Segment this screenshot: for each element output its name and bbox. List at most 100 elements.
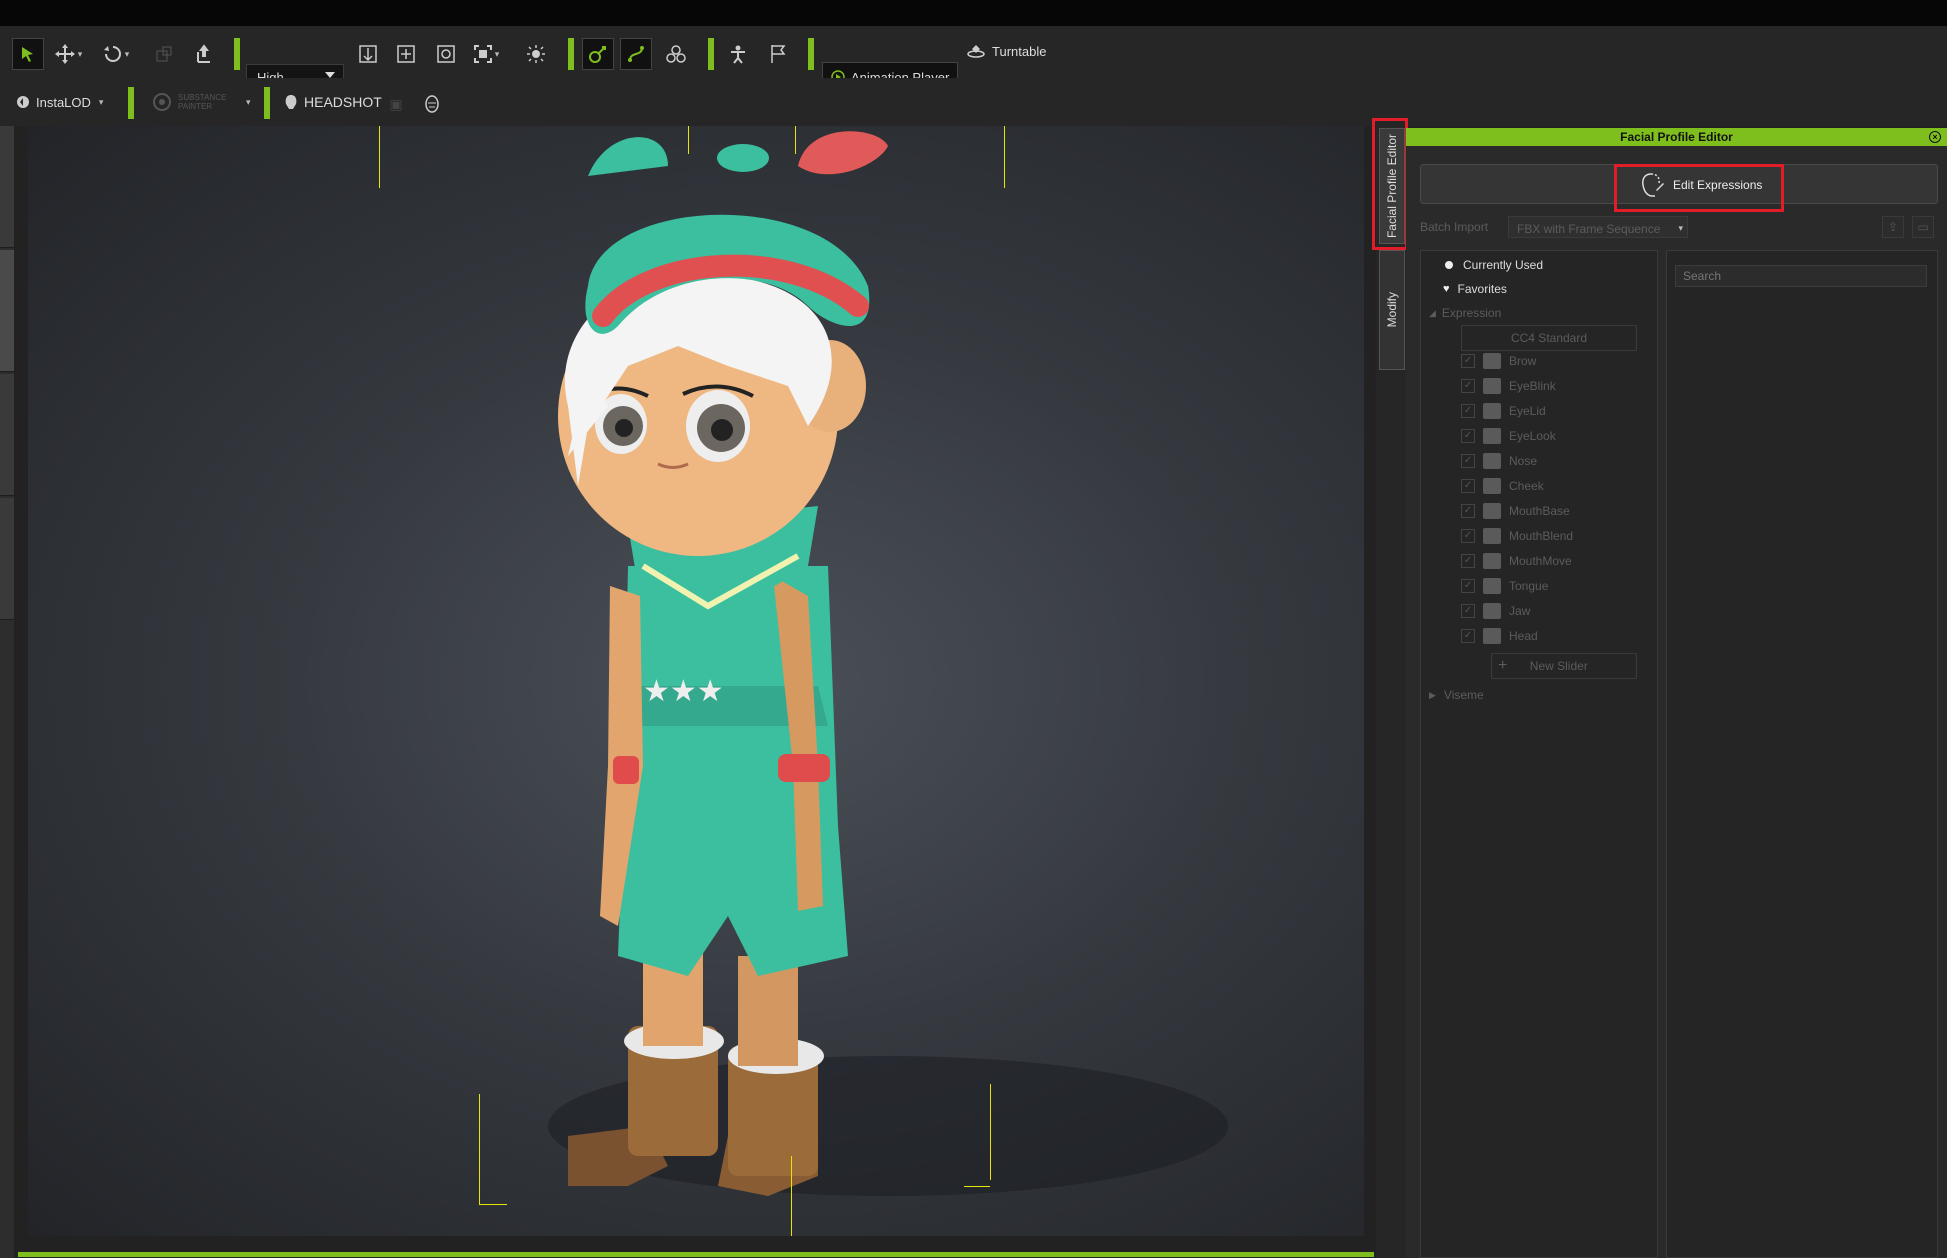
spring-toggle-icon[interactable]	[620, 38, 652, 70]
rotate-tool-icon[interactable]: ▾	[100, 38, 132, 70]
currently-used-item[interactable]: Currently Used	[1445, 255, 1543, 275]
light-icon[interactable]	[520, 38, 552, 70]
instalod-button[interactable]: InstaLOD ▾	[8, 87, 111, 117]
favorites-item[interactable]: ♥ Favorites	[1443, 279, 1507, 299]
save-icon[interactable]: ▭	[1912, 216, 1934, 238]
cc4-standard-label: CC4 Standard	[1510, 331, 1588, 345]
expression-group[interactable]: ◢ Expression	[1429, 303, 1501, 323]
frame-selected-icon[interactable]	[390, 38, 422, 70]
instalod-label: InstaLOD	[36, 94, 91, 110]
cc4-standard-header[interactable]: CC4 Standard	[1461, 325, 1637, 351]
title-bar	[0, 0, 1947, 26]
bone-toggle-icon[interactable]	[582, 38, 614, 70]
toolbar-separator	[808, 38, 814, 70]
pivot-tool-icon[interactable]	[188, 38, 220, 70]
batch-import-value: FBX with Frame Sequence	[1517, 222, 1661, 236]
checkbox[interactable]: ✓	[1461, 404, 1475, 418]
close-icon[interactable]: ×	[1929, 131, 1941, 143]
flag-icon[interactable]	[762, 38, 794, 70]
expression-item-label: EyeLook	[1509, 429, 1556, 443]
left-dock-tab[interactable]	[0, 250, 14, 372]
expression-item[interactable]: ✓ MouthBlend	[1461, 526, 1573, 546]
headshot-tool-icon[interactable]: ▣	[380, 88, 412, 120]
expand-icon: ◢	[1429, 307, 1436, 318]
expression-item-label: MouthBlend	[1509, 529, 1574, 543]
left-dock-tab[interactable]	[0, 126, 14, 248]
left-dock-tab[interactable]	[0, 498, 14, 620]
collapse-icon: ▶	[1429, 689, 1436, 700]
frame-all-icon[interactable]	[430, 38, 462, 70]
expression-item-label: Head	[1509, 629, 1538, 643]
turntable-button[interactable]: Turntable	[958, 36, 1054, 66]
expression-item-label: Brow	[1509, 354, 1537, 368]
tab-modify-label: Modify	[1385, 292, 1399, 328]
search-input[interactable]	[1675, 265, 1927, 287]
dot-icon	[1445, 261, 1453, 269]
expression-item-label: EyeLid	[1509, 404, 1546, 418]
expression-item[interactable]: ✓ EyeLid	[1461, 401, 1546, 421]
zoom-extents-icon[interactable]: ▾	[470, 38, 502, 70]
checkbox[interactable]: ✓	[1461, 479, 1475, 493]
headshot-icon	[285, 95, 297, 109]
new-slider-button[interactable]: + New Slider	[1491, 653, 1637, 679]
checkbox[interactable]: ✓	[1461, 504, 1475, 518]
expression-icon	[1483, 453, 1501, 469]
head-icon[interactable]	[416, 88, 448, 120]
bounding-box-marker	[990, 1084, 991, 1180]
highlight-box-edit	[1614, 164, 1784, 212]
expression-icon	[1483, 628, 1501, 644]
currently-used-label: Currently Used	[1463, 258, 1544, 272]
select-tool-icon[interactable]	[12, 38, 44, 70]
expression-icon	[1483, 503, 1501, 519]
expression-item[interactable]: ✓ Brow	[1461, 351, 1536, 371]
checkbox[interactable]: ✓	[1461, 454, 1475, 468]
substance-icon	[153, 93, 171, 111]
expression-icon	[1483, 528, 1501, 544]
substance-painter-label: SUBSTANCE PAINTER	[178, 93, 227, 111]
panel-title-bar: Facial Profile Editor ×	[1406, 128, 1947, 146]
svg-text:★★★: ★★★	[643, 674, 724, 709]
expression-item[interactable]: ✓ MouthMove	[1461, 551, 1572, 571]
expression-item[interactable]: ✓ Head	[1461, 626, 1538, 646]
expression-item[interactable]: ✓ Cheek	[1461, 476, 1544, 496]
headshot-label: HEADSHOT	[304, 94, 382, 110]
checkbox[interactable]: ✓	[1461, 629, 1475, 643]
expression-item[interactable]: ✓ Nose	[1461, 451, 1537, 471]
instalod-icon	[17, 96, 29, 108]
checkbox[interactable]: ✓	[1461, 604, 1475, 618]
viseme-group[interactable]: ▶ Viseme	[1429, 685, 1484, 705]
scale-tool-icon[interactable]	[148, 38, 180, 70]
checkbox[interactable]: ✓	[1461, 379, 1475, 393]
character-model: ★★★	[548, 131, 1228, 1196]
expression-icon	[1483, 603, 1501, 619]
plugin-toolbar: InstaLOD ▾ SUBSTANCE PAINTER ▾ HEADSHOT ▣	[0, 78, 1947, 126]
expression-icon	[1483, 553, 1501, 569]
tab-modify[interactable]: Modify	[1379, 250, 1405, 370]
checkbox[interactable]: ✓	[1461, 354, 1475, 368]
expression-group-label: Expression	[1441, 306, 1502, 320]
substance-painter-button[interactable]: SUBSTANCE PAINTER ▾	[144, 87, 259, 117]
physics-icon[interactable]	[660, 38, 692, 70]
export-icon[interactable]: ⇪	[1882, 216, 1904, 238]
headshot-button[interactable]: HEADSHOT	[276, 87, 390, 117]
expression-item[interactable]: ✓ Jaw	[1461, 601, 1530, 621]
checkbox[interactable]: ✓	[1461, 529, 1475, 543]
checkbox[interactable]: ✓	[1461, 554, 1475, 568]
bounding-box-marker	[791, 1156, 792, 1236]
fit-view-icon[interactable]	[352, 38, 384, 70]
toolbar-separator	[568, 38, 574, 70]
bounding-box-marker	[1004, 126, 1005, 188]
pose-icon[interactable]	[722, 38, 754, 70]
move-tool-icon[interactable]: ▾	[52, 38, 84, 70]
checkbox[interactable]: ✓	[1461, 429, 1475, 443]
batch-import-select[interactable]: FBX with Frame Sequence ▾	[1508, 216, 1688, 238]
3d-viewport[interactable]: ★★★	[28, 126, 1364, 1236]
facial-profile-editor-panel: Facial Profile Editor × Edit Expressions…	[1406, 128, 1947, 1258]
expression-item[interactable]: ✓ Tongue	[1461, 576, 1548, 596]
left-dock-tab[interactable]	[0, 374, 14, 496]
expression-item[interactable]: ✓ MouthBase	[1461, 501, 1570, 521]
checkbox[interactable]: ✓	[1461, 579, 1475, 593]
expression-item[interactable]: ✓ EyeBlink	[1461, 376, 1556, 396]
expression-item[interactable]: ✓ EyeLook	[1461, 426, 1556, 446]
bounding-box-marker	[688, 126, 689, 154]
